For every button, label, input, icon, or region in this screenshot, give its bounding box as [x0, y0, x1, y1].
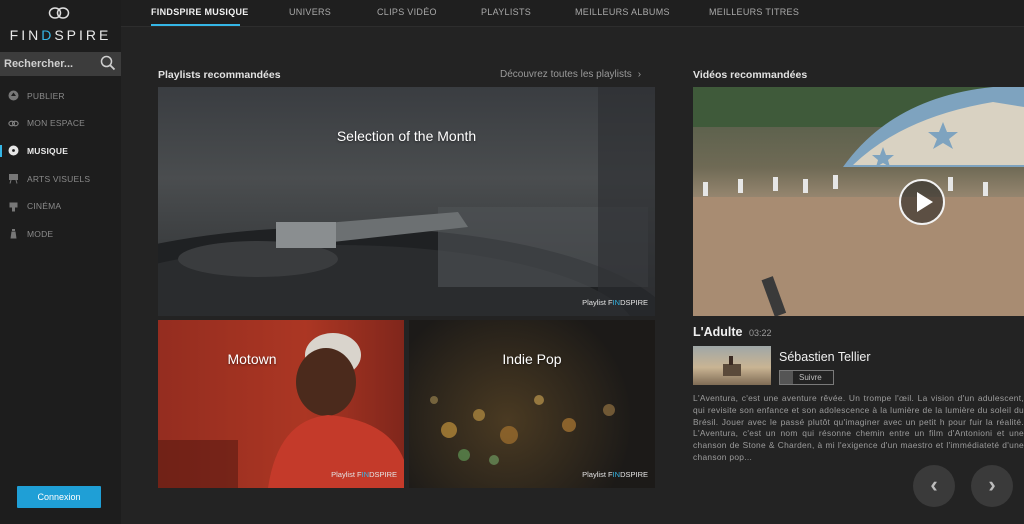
- hanger-icon: [10, 229, 17, 239]
- sidebar-item-arts-visuels[interactable]: ARTS VISUELS: [0, 165, 121, 193]
- singer-image: [158, 320, 404, 488]
- sidebar-item-publier[interactable]: PUBLIER: [0, 82, 121, 110]
- playlist-title: Indie Pop: [502, 351, 562, 367]
- search-box[interactable]: Rechercher...: [0, 52, 121, 76]
- infinity-icon: [8, 120, 19, 127]
- playlist-badge: Playlist FINDSPIRE: [582, 298, 648, 307]
- previous-button[interactable]: ‹: [913, 465, 955, 507]
- chevron-right-icon: ›: [637, 69, 642, 80]
- next-button[interactable]: ›: [971, 465, 1013, 507]
- clapper-icon: [9, 202, 18, 212]
- see-all-label: Découvrez toutes les playlists: [500, 69, 632, 80]
- sidebar-item-label: ARTS VISUELS: [27, 173, 91, 184]
- video-description: L'Aventura, c'est une aventure rêvée. Un…: [693, 393, 1024, 462]
- search-icon[interactable]: [100, 55, 116, 71]
- tab-meilleurs-albums[interactable]: MEILLEURS ALBUMS: [575, 7, 670, 17]
- findspire-logo-icon[interactable]: [47, 6, 71, 20]
- playlist-card-selection[interactable]: Selection of the Month Playlist FINDSPIR…: [158, 87, 655, 316]
- videos-section-title: Vidéos recommandées: [693, 69, 808, 81]
- video-title[interactable]: L'Adulte: [693, 325, 743, 339]
- sidebar-nav: PUBLIER MON ESPACE MUSIQUE ARTS VISUELS …: [0, 82, 121, 248]
- see-all-playlists-link[interactable]: Découvrez toutes les playlists ›: [500, 69, 641, 80]
- upload-icon: [8, 90, 19, 101]
- easel-icon: [9, 174, 18, 184]
- login-button[interactable]: Connexion: [17, 486, 101, 508]
- vinyl-icon: [8, 145, 19, 156]
- brand-logo[interactable]: FINDSPIRE: [0, 27, 121, 43]
- sidebar-item-musique[interactable]: MUSIQUE: [0, 137, 121, 165]
- tab-playlists[interactable]: PLAYLISTS: [481, 7, 531, 17]
- sidebar-item-label: MUSIQUE: [27, 145, 69, 156]
- sidebar-item-cinema[interactable]: CINÉMA: [0, 192, 121, 220]
- active-tab-indicator: [151, 24, 240, 26]
- play-button[interactable]: [899, 179, 945, 225]
- playlist-title: Selection of the Month: [336, 128, 477, 144]
- sidebar-item-label: CINÉMA: [27, 201, 62, 212]
- follow-button[interactable]: Suivre: [779, 370, 834, 385]
- sidebar-item-label: MODE: [27, 228, 54, 239]
- sidebar-item-mode[interactable]: MODE: [0, 220, 121, 248]
- turntable-image: [158, 87, 655, 316]
- artist-name[interactable]: Sébastien Tellier: [779, 350, 871, 364]
- tab-meilleurs-titres[interactable]: MEILLEURS TITRES: [709, 7, 799, 17]
- playlist-badge: Playlist FINDSPIRE: [582, 470, 648, 479]
- playlist-badge: Playlist FINDSPIRE: [331, 470, 397, 479]
- sidebar-item-label: MON ESPACE: [27, 118, 86, 129]
- playlist-card-indie-pop[interactable]: Indie Pop Playlist FINDSPIRE: [409, 320, 655, 488]
- playlists-section-title: Playlists recommandées: [158, 69, 281, 81]
- sidebar-item-mon-espace[interactable]: MON ESPACE: [0, 110, 121, 138]
- user-add-icon: [780, 371, 793, 384]
- playlist-title: Motown: [227, 351, 277, 367]
- chevron-left-icon: ‹: [930, 472, 938, 497]
- follow-label: Suivre: [799, 373, 822, 382]
- video-player[interactable]: [693, 87, 1024, 316]
- playlist-card-motown[interactable]: Motown Playlist FINDSPIRE: [158, 320, 404, 488]
- tab-clips-video[interactable]: CLIPS VIDÉO: [377, 7, 437, 17]
- chevron-right-icon: ›: [988, 472, 996, 497]
- video-duration: 03:22: [749, 328, 772, 338]
- tab-findspire-musique[interactable]: FINDSPIRE MUSIQUE: [151, 7, 249, 17]
- sidebar-item-label: PUBLIER: [27, 90, 65, 101]
- tab-univers[interactable]: UNIVERS: [289, 7, 331, 17]
- sidebar: FINDSPIRE Rechercher... PUBLIER MON ESPA…: [0, 0, 121, 524]
- artist-thumbnail[interactable]: [693, 346, 771, 385]
- search-input[interactable]: Rechercher...: [4, 58, 73, 70]
- bokeh-image: [430, 395, 615, 465]
- football-scene-image: [693, 87, 1024, 316]
- artist-thumbnail-image: [723, 356, 741, 376]
- top-navigation: [121, 0, 1024, 27]
